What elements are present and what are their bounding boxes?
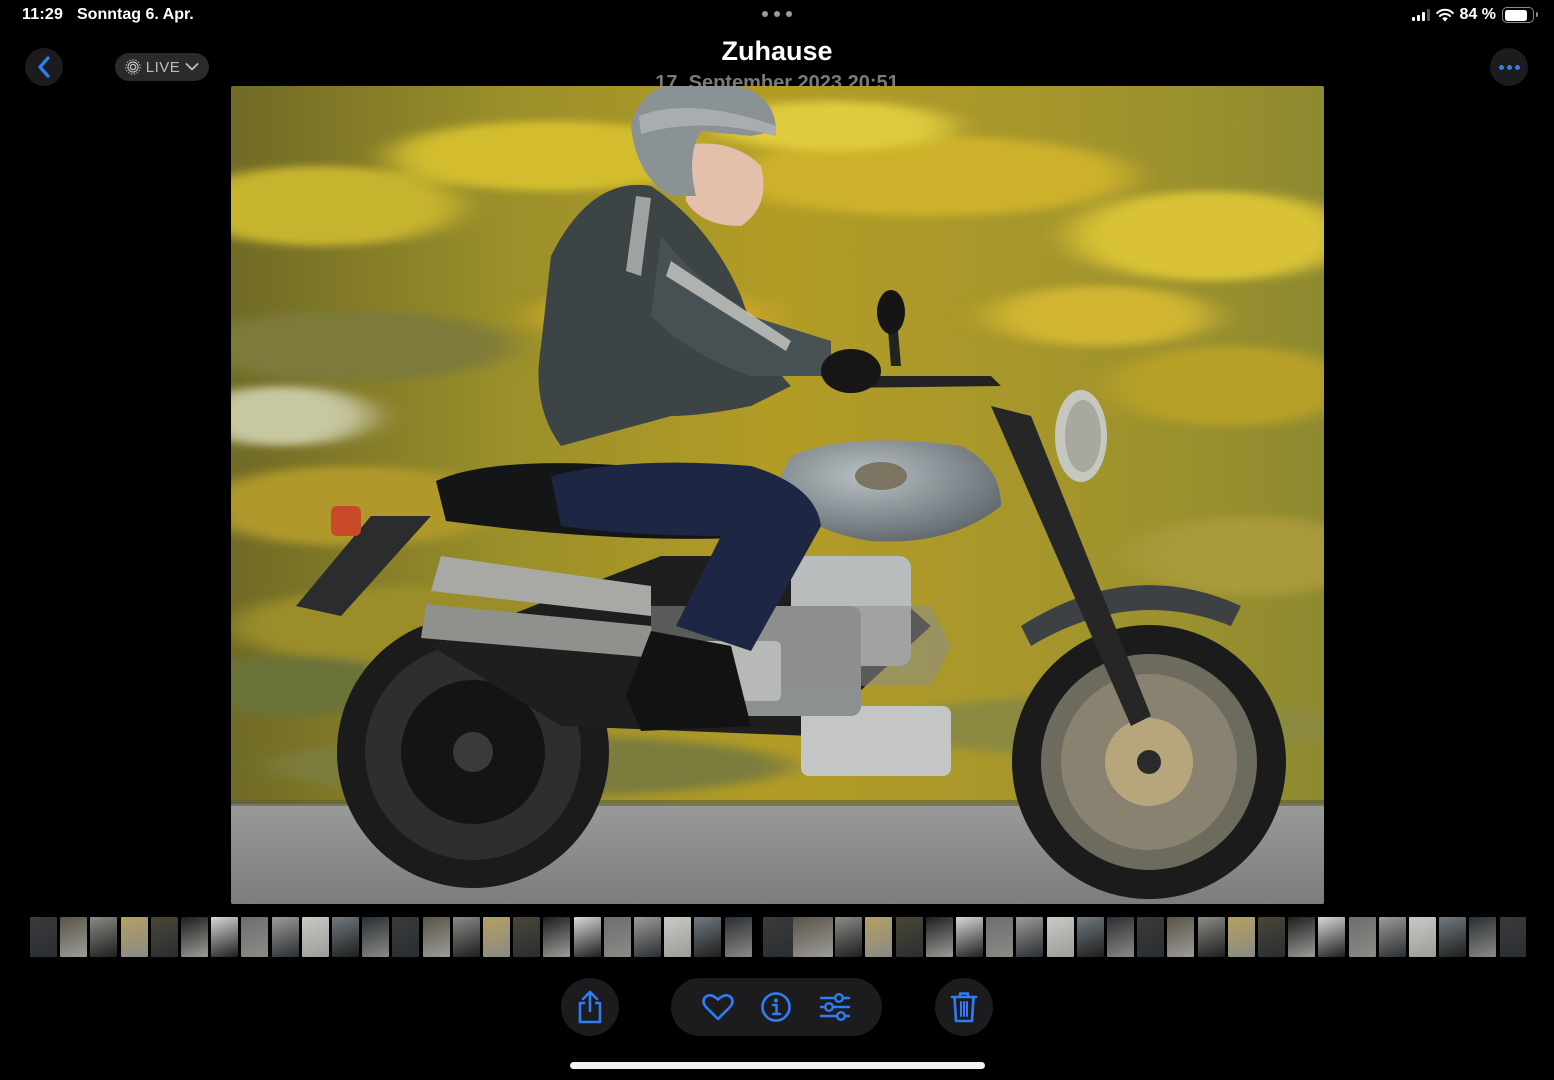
status-indicators: 84 % bbox=[1411, 5, 1538, 25]
thumbnail[interactable] bbox=[895, 917, 923, 957]
battery-icon bbox=[1502, 7, 1538, 23]
heart-icon bbox=[702, 993, 734, 1021]
status-time: 11:29 bbox=[22, 6, 64, 23]
thumbnail[interactable] bbox=[513, 917, 541, 957]
thumbnail[interactable] bbox=[1016, 917, 1044, 957]
wifi-icon bbox=[1435, 8, 1454, 22]
thumbnail[interactable] bbox=[694, 917, 722, 957]
thumbnail[interactable] bbox=[60, 917, 88, 957]
thumbnail[interactable] bbox=[90, 917, 118, 957]
thumbnail[interactable] bbox=[925, 917, 953, 957]
thumbnail-scrubber[interactable] bbox=[30, 917, 1526, 957]
thumbnail[interactable] bbox=[301, 917, 329, 957]
thumbnail[interactable] bbox=[120, 917, 148, 957]
delete-button[interactable] bbox=[935, 978, 993, 1036]
thumbnail[interactable] bbox=[1167, 917, 1195, 957]
thumbnail[interactable] bbox=[1318, 917, 1346, 957]
thumbnail[interactable] bbox=[332, 917, 359, 957]
thumbnail[interactable] bbox=[452, 917, 480, 957]
adjust-icon bbox=[819, 993, 851, 1021]
thumbnail[interactable] bbox=[1046, 917, 1074, 957]
thumbnail[interactable] bbox=[241, 917, 269, 957]
battery-percent: 84 % bbox=[1459, 6, 1496, 23]
info-button[interactable] bbox=[758, 989, 794, 1025]
thumbnail[interactable] bbox=[1439, 917, 1467, 957]
share-button[interactable] bbox=[561, 978, 619, 1036]
multitasking-dots-icon[interactable] bbox=[762, 9, 792, 19]
thumbnail[interactable] bbox=[793, 917, 833, 957]
favorite-button[interactable] bbox=[700, 989, 736, 1025]
thumbnail[interactable] bbox=[271, 917, 299, 957]
thumbnail[interactable] bbox=[603, 917, 631, 957]
thumbnail[interactable] bbox=[634, 917, 661, 957]
thumbnail[interactable] bbox=[362, 917, 390, 957]
thumbnail[interactable] bbox=[865, 917, 893, 957]
thumbnail[interactable] bbox=[1499, 917, 1526, 957]
thumbnail[interactable] bbox=[30, 917, 57, 957]
photo-actions-group bbox=[671, 978, 882, 1036]
thumbnail[interactable] bbox=[573, 917, 601, 957]
home-indicator[interactable] bbox=[570, 1062, 985, 1069]
thumbnail[interactable] bbox=[1107, 917, 1134, 957]
thumbnail[interactable] bbox=[1137, 917, 1165, 957]
thumbnail[interactable] bbox=[1197, 917, 1225, 957]
thumbnail[interactable] bbox=[1076, 917, 1104, 957]
thumbnail[interactable] bbox=[211, 917, 239, 957]
info-icon bbox=[761, 992, 792, 1022]
main-photo[interactable] bbox=[231, 86, 1324, 904]
thumbnail[interactable] bbox=[1227, 917, 1255, 957]
thumbnail[interactable] bbox=[1288, 917, 1316, 957]
share-icon bbox=[578, 990, 602, 1024]
thumbnail[interactable] bbox=[664, 917, 692, 957]
thumbnail[interactable] bbox=[986, 917, 1014, 957]
page-title: Zuhause bbox=[721, 36, 833, 66]
status-date: Sonntag 6. Apr. bbox=[77, 6, 194, 23]
thumbnail[interactable] bbox=[543, 917, 571, 957]
edit-button[interactable] bbox=[817, 989, 853, 1025]
thumbnail[interactable] bbox=[1409, 917, 1436, 957]
thumbnail[interactable] bbox=[181, 917, 208, 957]
thumbnail[interactable] bbox=[392, 917, 420, 957]
trash-icon bbox=[950, 992, 978, 1023]
cellular-signal-icon bbox=[1411, 9, 1430, 21]
thumbnail[interactable] bbox=[1258, 917, 1285, 957]
thumbnail[interactable] bbox=[1469, 917, 1497, 957]
thumbnail[interactable] bbox=[956, 917, 983, 957]
thumbnail[interactable] bbox=[483, 917, 510, 957]
thumbnail[interactable] bbox=[150, 917, 178, 957]
thumbnail[interactable] bbox=[724, 917, 752, 957]
thumbnail[interactable] bbox=[835, 917, 863, 957]
thumbnail[interactable] bbox=[1378, 917, 1406, 957]
thumbnail[interactable] bbox=[1348, 917, 1376, 957]
thumbnail[interactable] bbox=[422, 917, 450, 957]
